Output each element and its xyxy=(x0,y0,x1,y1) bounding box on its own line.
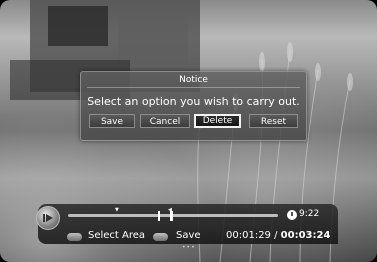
notice-dialog: Notice Select an option you wish to carr… xyxy=(80,71,307,141)
clock-time: 9:22 xyxy=(299,209,320,219)
clock-icon xyxy=(287,210,297,220)
playhead-handle[interactable] xyxy=(170,211,173,221)
tv-screen: Notice Select an option you wish to carr… xyxy=(0,0,377,262)
page-indicator: ••• xyxy=(182,244,196,251)
progress-track[interactable] xyxy=(68,214,278,217)
save-button[interactable]: Save xyxy=(89,114,135,128)
play-icon xyxy=(43,214,53,222)
play-button[interactable] xyxy=(36,206,60,230)
save-hint: Save xyxy=(176,230,201,241)
time-readout: 00:01:29 / 00:03:24 xyxy=(226,230,330,241)
dialog-divider xyxy=(87,87,300,88)
start-marker-icon: ▼ xyxy=(115,207,119,213)
reset-button[interactable]: Reset xyxy=(249,114,298,128)
selection-start-handle[interactable] xyxy=(158,211,160,221)
select-area-hint: Select Area xyxy=(88,230,146,241)
time-separator: / xyxy=(274,230,278,241)
dialog-message: Select an option you wish to carry out. xyxy=(87,95,300,108)
cancel-button[interactable]: Cancel xyxy=(140,114,190,128)
dialog-title: Notice xyxy=(179,75,208,85)
current-time: 00:01:29 xyxy=(226,230,271,241)
remote-key-icon xyxy=(67,233,82,241)
total-time: 00:03:24 xyxy=(280,230,331,241)
remote-key-icon xyxy=(153,233,168,241)
delete-button[interactable]: Delete xyxy=(194,114,241,128)
